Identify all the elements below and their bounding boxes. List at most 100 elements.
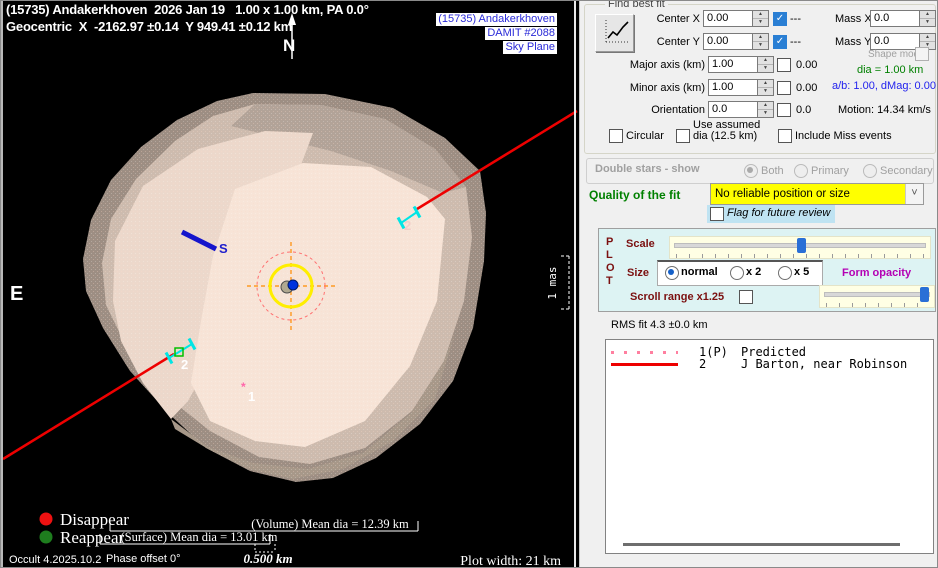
size-x5-radio[interactable] — [778, 266, 792, 280]
minor-axis-value[interactable]: 1.00 — [708, 79, 757, 96]
circular-checkbox[interactable] — [609, 129, 623, 143]
form-opacity-slider-thumb[interactable] — [920, 287, 929, 302]
quality-dropdown[interactable]: No reliable position or size ˅ — [710, 183, 924, 205]
damit-model-chip: DAMIT #2088 — [485, 27, 557, 40]
orientation-spinner[interactable]: 0.0▲▼ — [708, 101, 774, 118]
double-both-label: Both — [761, 165, 784, 177]
plot-title-line1: (15735) Andakerkhoven 2026 Jan 19 1.00 x… — [6, 2, 369, 17]
mas-scale-label: 1 mas — [546, 266, 559, 299]
north-label: N — [283, 36, 295, 55]
shape-model-checkbox — [915, 47, 929, 61]
line-chart-icon — [602, 18, 632, 46]
surface-dia-label: (Surface) Mean dia = 13.01 km — [120, 530, 277, 544]
size-label: Size — [627, 267, 649, 279]
plot-width-label: Plot width: 21 km — [460, 554, 561, 568]
size-radio-group: normal x 2 x 5 — [657, 260, 823, 286]
double-secondary-label: Secondary — [880, 165, 933, 177]
quality-value: No reliable position or size — [711, 188, 905, 200]
chord2-label-lower: 2 — [181, 357, 188, 372]
sky-plane-plot: * S 2 2 1 N E 1 mas — [1, 1, 579, 568]
mass-y-value[interactable]: 0.0 — [870, 33, 919, 50]
object-name-chip: (15735) Andakerkhoven — [436, 13, 557, 26]
plot-letter-p: P — [606, 236, 613, 248]
double-secondary-radio — [863, 164, 877, 178]
plot-letter-l: L — [606, 249, 613, 261]
flag-review-label: Flag for future review — [727, 207, 830, 219]
form-opacity-slider[interactable] — [819, 285, 935, 308]
center-y-lock-checkbox[interactable]: ✓ — [773, 35, 787, 49]
miss-events-label: Include Miss events — [795, 130, 892, 142]
disappear-dot-icon — [40, 513, 53, 526]
scale-slider-thumb[interactable] — [797, 238, 806, 253]
dia-info: dia = 1.00 km — [857, 64, 923, 76]
minor-axis-label: Minor axis (km) — [610, 82, 705, 94]
scale-label: Scale — [626, 238, 655, 250]
reappear-dot-icon — [40, 531, 53, 544]
center-x-value[interactable]: 0.00 — [703, 10, 752, 27]
center-x-fit-value: --- — [790, 13, 801, 25]
list-item[interactable]: 2 J Barton, near Robinson — [606, 358, 933, 371]
motion-info: Motion: 14.34 km/s — [838, 104, 931, 116]
quality-label: Quality of the fit — [589, 188, 680, 202]
major-axis-value[interactable]: 1.00 — [708, 56, 757, 73]
plot-letter-o: O — [606, 262, 615, 274]
ab-dmag-info: a/b: 1.00, dMag: 0.00 — [832, 80, 936, 92]
double-primary-label: Primary — [811, 165, 849, 177]
center-x-lock-checkbox[interactable]: ✓ — [773, 12, 787, 26]
orientation-fit-checkbox[interactable] — [777, 103, 791, 117]
mass-x-spinner[interactable]: 0.0▲▼ — [870, 10, 936, 27]
center-x-label: Center X — [630, 13, 700, 25]
size-normal-radio[interactable] — [665, 266, 679, 280]
scale-bar-label: 0.500 km — [243, 551, 292, 566]
disappear-legend: Disappear — [60, 510, 129, 529]
chevron-down-icon[interactable]: ˅ — [905, 184, 923, 204]
center-y-spinner[interactable]: 0.00▲▼ — [703, 33, 769, 50]
form-opacity-slider-track[interactable] — [824, 292, 930, 297]
size-x2-radio[interactable] — [730, 266, 744, 280]
asteroid-plot-canvas: * S 2 2 1 N E 1 mas — [3, 1, 581, 568]
plot-letter-t: T — [606, 275, 613, 287]
east-label: E — [10, 283, 23, 305]
orientation-fit-value: 0.0 — [796, 104, 811, 116]
form-opacity-label: Form opacity — [842, 267, 911, 279]
minor-axis-fit-checkbox[interactable] — [777, 81, 791, 95]
flag-review-checkbox[interactable] — [710, 207, 724, 221]
horizontal-scrollbar[interactable] — [623, 543, 900, 546]
scale-slider[interactable] — [669, 236, 931, 259]
major-axis-label: Major axis (km) — [610, 59, 705, 71]
circular-label: Circular — [626, 130, 664, 142]
spin-axis-label: S — [219, 241, 228, 256]
center-y-value[interactable]: 0.00 — [703, 33, 752, 50]
mas-scale-bracket — [561, 256, 569, 309]
observed-chord-swatch — [611, 363, 678, 366]
phase-offset-label: Phase offset 0° — [106, 553, 181, 565]
minor-axis-spinner[interactable]: 1.00▲▼ — [708, 79, 774, 96]
chord-listbox[interactable]: 1(P) Predicted 2 J Barton, near Robinson — [605, 339, 934, 554]
shadow-centre-dot — [288, 280, 298, 290]
chord-name: J Barton, near Robinson — [741, 357, 907, 371]
sky-plane-chip: Sky Plane — [503, 41, 557, 54]
run-fit-button[interactable] — [595, 14, 634, 52]
double-stars-title: Double stars - show — [595, 163, 700, 175]
occult-window: * S 2 2 1 N E 1 mas — [0, 0, 938, 568]
assumed-dia-line2: dia (12.5 km) — [693, 130, 757, 142]
volume-dia-label: (Volume) Mean dia = 12.39 km — [251, 517, 409, 531]
control-panel: Find best fit Center X 0.00▲▼ ✓ --- Mass… — [579, 1, 938, 568]
predicted-star-marker: * — [241, 380, 246, 394]
major-axis-spinner[interactable]: 1.00▲▼ — [708, 56, 774, 73]
orientation-label: Orientation — [610, 104, 705, 116]
assumed-dia-checkbox[interactable] — [676, 129, 690, 143]
scroll-range-checkbox[interactable] — [739, 290, 753, 304]
center-x-spinner[interactable]: 0.00▲▼ — [703, 10, 769, 27]
major-axis-fit-value: 0.00 — [796, 59, 817, 71]
plot-title-line2: Geocentric X -2162.97 ±0.14 Y 949.41 ±0.… — [6, 19, 292, 34]
predicted-chord-swatch — [611, 351, 678, 354]
double-primary-radio — [794, 164, 808, 178]
form-opacity-slider-ticks — [826, 303, 930, 307]
major-axis-fit-checkbox[interactable] — [777, 58, 791, 72]
mass-x-value[interactable]: 0.0 — [870, 10, 919, 27]
chord-number: 2 — [699, 357, 706, 371]
miss-events-checkbox[interactable] — [778, 129, 792, 143]
plot-border — [574, 1, 576, 568]
orientation-value[interactable]: 0.0 — [708, 101, 757, 118]
